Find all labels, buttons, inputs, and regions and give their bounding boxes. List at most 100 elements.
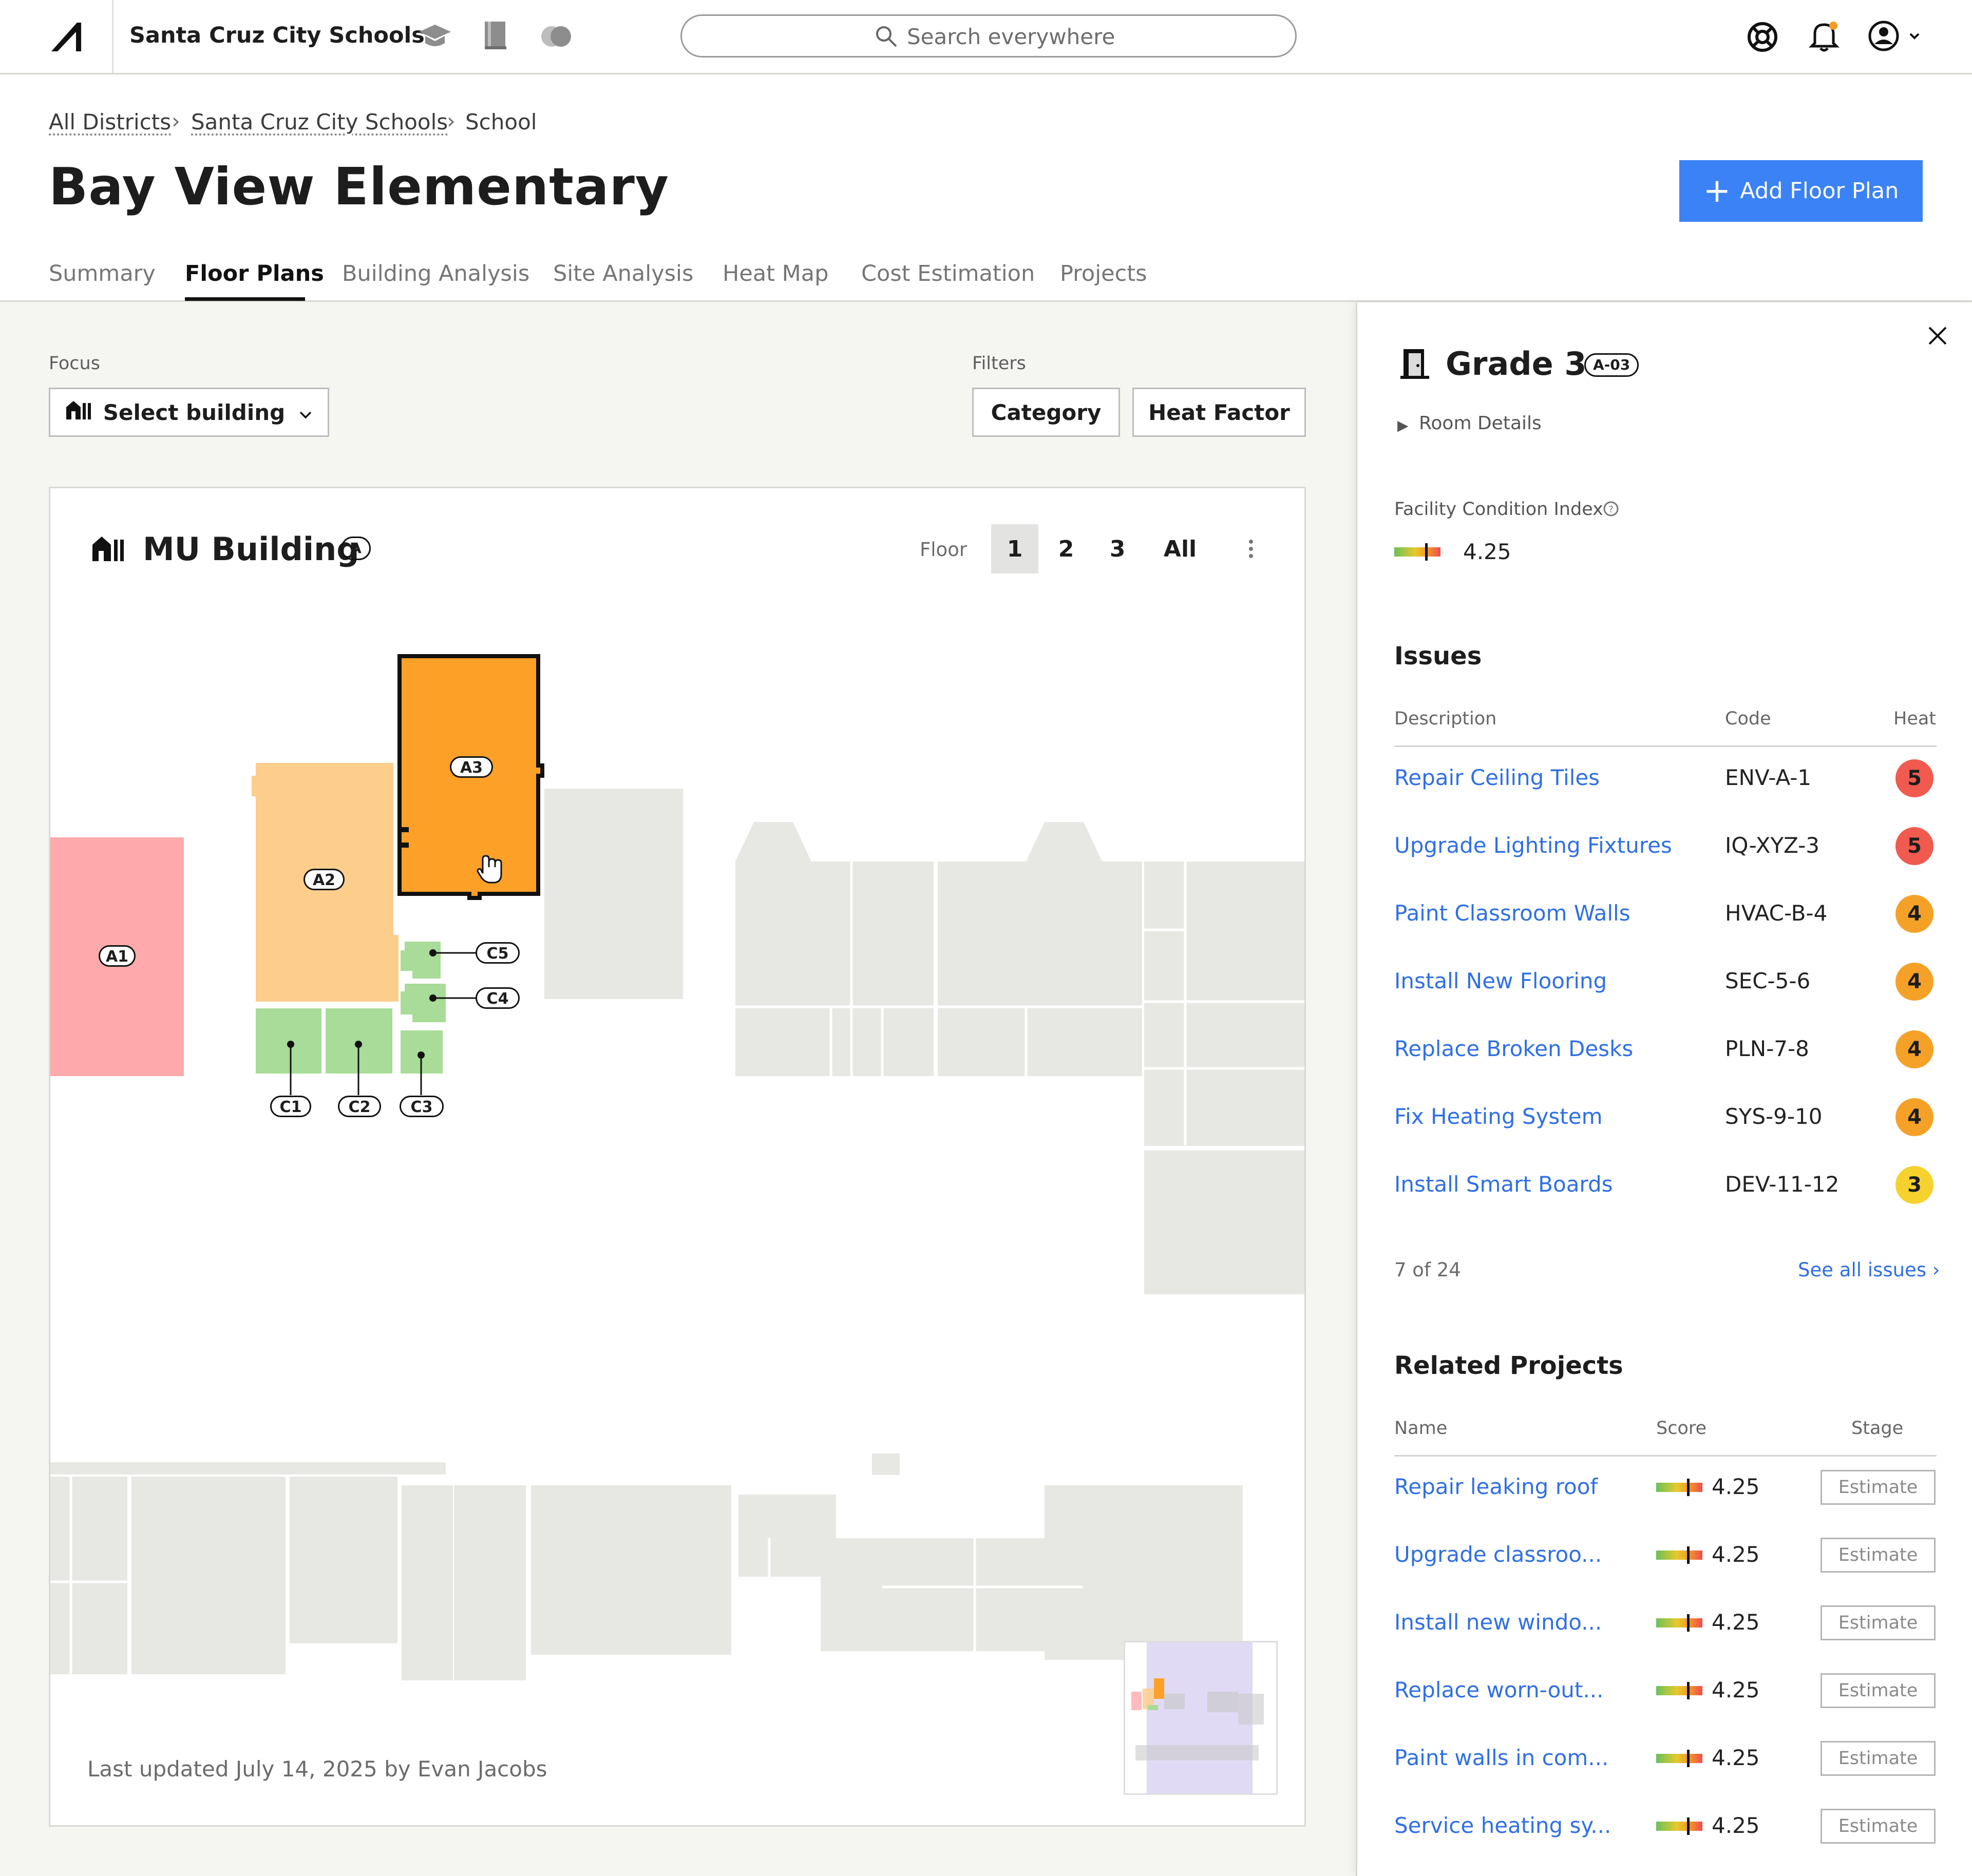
issue-description-link[interactable]: Paint Classroom Walls xyxy=(1394,901,1630,926)
issues-col-code: Code xyxy=(1725,709,1771,729)
heat-badge: 4 xyxy=(1895,963,1933,1001)
select-building-dropdown[interactable]: Select building xyxy=(49,388,329,437)
project-name-link[interactable]: Install new windo... xyxy=(1394,1610,1602,1635)
tab-projects[interactable]: Projects xyxy=(1060,261,1147,286)
room-label-c2[interactable]: C2 xyxy=(338,1096,381,1117)
score-gauge xyxy=(1656,1750,1702,1767)
tab-cost-estimation[interactable]: Cost Estimation xyxy=(861,261,1035,286)
category-filter-button[interactable]: Category xyxy=(972,388,1120,437)
plus-icon: + xyxy=(1703,172,1731,210)
search-placeholder: Search everywhere xyxy=(907,24,1115,49)
issue-code: IQ-XYZ-3 xyxy=(1725,833,1820,858)
page-title: Bay View Elementary xyxy=(49,157,669,217)
room-code-badge: A-03 xyxy=(1584,353,1639,377)
project-name-link[interactable]: Replace worn-out... xyxy=(1394,1677,1603,1702)
info-icon[interactable]: ? xyxy=(1603,501,1619,519)
heat-badge: 4 xyxy=(1895,895,1933,933)
room-label-c4[interactable]: C4 xyxy=(476,987,520,1009)
heat-factor-filter-button[interactable]: Heat Factor xyxy=(1132,388,1306,437)
issue-code: PLN-7-8 xyxy=(1725,1036,1809,1061)
tab-site-analysis[interactable]: Site Analysis xyxy=(553,261,693,286)
breadcrumb-all-districts[interactable]: All Districts xyxy=(49,109,171,135)
tab-summary[interactable]: Summary xyxy=(49,261,156,286)
book-icon[interactable] xyxy=(482,20,509,53)
expand-triangle-icon[interactable]: ▶ xyxy=(1397,417,1409,434)
project-name-link[interactable]: Paint walls in com... xyxy=(1394,1745,1608,1770)
divider xyxy=(112,0,113,73)
issue-description-link[interactable]: Install New Flooring xyxy=(1394,968,1607,993)
room-label-a1[interactable]: A1 xyxy=(99,945,136,967)
score-gauge xyxy=(1656,1682,1702,1699)
related-projects-title: Related Projects xyxy=(1394,1351,1623,1380)
focus-label: Focus xyxy=(49,353,100,374)
heat-badge: 5 xyxy=(1895,759,1933,797)
room-label-c5[interactable]: C5 xyxy=(476,942,520,964)
issue-description-link[interactable]: Fix Heating System xyxy=(1394,1104,1603,1129)
issue-description-link[interactable]: Install Smart Boards xyxy=(1394,1172,1613,1197)
search-input[interactable]: Search everywhere xyxy=(680,14,1297,58)
minimap[interactable] xyxy=(1124,1641,1278,1795)
add-floor-plan-label: Add Floor Plan xyxy=(1740,178,1899,204)
project-score: 4.25 xyxy=(1712,1813,1760,1838)
issues-title: Issues xyxy=(1394,642,1482,671)
floor-plan-card: MU Building A Floor 1 2 3 All A1 A2 A3 C… xyxy=(49,487,1306,1827)
heat-badge: 4 xyxy=(1895,1030,1933,1068)
project-name-link[interactable]: Repair leaking roof xyxy=(1394,1474,1598,1499)
breadcrumb-separator: › xyxy=(447,108,456,133)
room-label-a2[interactable]: A2 xyxy=(304,869,345,890)
room-label-a3[interactable]: A3 xyxy=(450,756,493,778)
heat-badge: 4 xyxy=(1895,1098,1933,1136)
estimate-stage-button[interactable]: Estimate xyxy=(1821,1605,1936,1640)
heat-badge: 3 xyxy=(1895,1166,1933,1204)
active-tab-indicator xyxy=(185,297,305,301)
tab-building-analysis[interactable]: Building Analysis xyxy=(342,261,529,286)
room-label-c3[interactable]: C3 xyxy=(400,1096,444,1117)
breadcrumb-district[interactable]: Santa Cruz City Schools xyxy=(191,109,448,135)
score-gauge xyxy=(1656,1817,1702,1835)
tab-heat-map[interactable]: Heat Map xyxy=(723,261,828,286)
estimate-stage-button[interactable]: Estimate xyxy=(1821,1673,1936,1708)
floor-plan-map[interactable] xyxy=(50,488,1304,1825)
user-avatar-icon[interactable] xyxy=(1867,20,1924,55)
project-score: 4.25 xyxy=(1712,1610,1760,1635)
logo-icon[interactable] xyxy=(49,21,87,53)
tab-floor-plans[interactable]: Floor Plans xyxy=(185,261,324,286)
room-details-toggle[interactable]: Room Details xyxy=(1419,413,1542,434)
estimate-stage-button[interactable]: Estimate xyxy=(1821,1538,1936,1573)
issue-description-link[interactable]: Repair Ceiling Tiles xyxy=(1394,765,1600,790)
projects-col-stage: Stage xyxy=(1851,1418,1904,1439)
room-label-c1[interactable]: C1 xyxy=(270,1096,311,1117)
project-score: 4.25 xyxy=(1712,1474,1760,1499)
score-gauge xyxy=(1656,1546,1702,1564)
breadcrumb-separator: › xyxy=(172,108,180,133)
last-updated-text: Last updated July 14, 2025 by Evan Jacob… xyxy=(87,1756,547,1782)
estimate-stage-button[interactable]: Estimate xyxy=(1821,1809,1936,1844)
graduation-cap-icon[interactable] xyxy=(417,22,453,52)
issue-description-link[interactable]: Upgrade Lighting Fixtures xyxy=(1394,833,1672,858)
issues-col-heat: Heat xyxy=(1893,709,1937,729)
issue-code: HVAC-B-4 xyxy=(1725,901,1828,926)
help-icon[interactable] xyxy=(1746,21,1779,55)
breadcrumb-school: School xyxy=(465,109,537,135)
see-all-issues-label: See all issues xyxy=(1798,1259,1927,1281)
project-name-link[interactable]: Service heating sy... xyxy=(1394,1813,1611,1838)
close-icon[interactable] xyxy=(1925,323,1950,350)
heat-badge: 5 xyxy=(1895,827,1933,865)
issues-count: 7 of 24 xyxy=(1394,1259,1461,1281)
org-name[interactable]: Santa Cruz City Schools xyxy=(129,23,425,48)
notification-bell-icon[interactable] xyxy=(1808,20,1841,55)
project-score: 4.25 xyxy=(1712,1542,1760,1567)
room-name: Grade 3 xyxy=(1446,345,1587,382)
top-bar: Santa Cruz City Schools Search everywher… xyxy=(0,0,1972,74)
project-name-link[interactable]: Upgrade classroo... xyxy=(1394,1542,1602,1567)
see-all-issues-link[interactable]: See all issues › xyxy=(1798,1259,1940,1281)
add-floor-plan-button[interactable]: + Add Floor Plan xyxy=(1679,160,1923,222)
estimate-stage-button[interactable]: Estimate xyxy=(1821,1741,1936,1776)
building-icon xyxy=(65,399,92,426)
project-score: 4.25 xyxy=(1712,1677,1760,1702)
estimate-stage-button[interactable]: Estimate xyxy=(1821,1470,1936,1505)
issue-description-link[interactable]: Replace Broken Desks xyxy=(1394,1036,1633,1061)
select-building-label: Select building xyxy=(103,399,286,425)
svg-text:?: ? xyxy=(1608,504,1614,515)
toggle-icon[interactable] xyxy=(540,24,574,51)
